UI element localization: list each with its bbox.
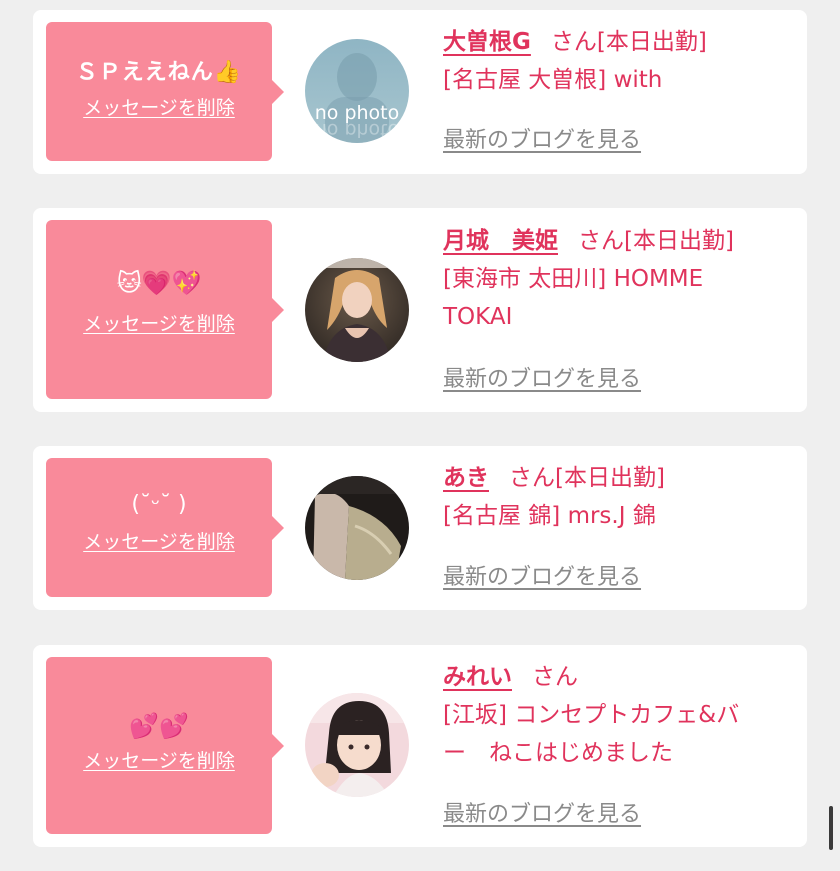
cast-info: 月城 美姫 さん[本日出勤] [東海市 太田川] HOMME TOKAI [443,222,793,336]
shop-line: [東海市 太田川] HOMME [443,266,704,292]
shop-line: TOKAI [443,304,513,330]
message-text: (˘ᵕ˘ ) [131,492,187,517]
latest-blog-link[interactable]: 最新のブログを見る [443,800,641,830]
avatar[interactable] [305,693,409,797]
avatar[interactable]: no photo no photo [305,39,409,143]
message-bubble: ＳＰええねん👍 メッセージを削除 [46,22,284,161]
shop-line: [名古屋 錦] mrs.J 錦 [443,503,656,529]
honorific-status: さん[本日出勤] [550,29,707,55]
shop-line: [名古屋 大曽根] with [443,67,663,93]
message-card: 🐱💗💖 メッセージを削除 月城 美姫 さん[本日出勤] [東海市 太田川] HO… [33,208,807,412]
delete-message-link[interactable]: メッセージを削除 [83,312,235,336]
latest-blog-link[interactable]: 最新のブログを見る [443,563,641,593]
honorific-status: さん[本日出勤] [578,228,734,254]
cast-name-link[interactable]: 月城 美姫 [443,228,558,254]
delete-message-link[interactable]: メッセージを削除 [83,530,235,554]
cast-name-link[interactable]: 大曽根G [443,29,531,55]
message-card: ＳＰええねん👍 メッセージを削除 no photo no photo 大曽根G … [33,10,807,174]
avatar[interactable] [305,258,409,362]
message-text: 💕💕 [129,712,189,740]
message-bubble: (˘ᵕ˘ ) メッセージを削除 [46,458,284,597]
scrollbar[interactable] [829,806,833,850]
avatar[interactable] [305,476,409,580]
no-photo-avatar-icon: no photo no photo [305,39,409,143]
message-bubble: 🐱💗💖 メッセージを削除 [46,220,284,399]
delete-message-link[interactable]: メッセージを削除 [83,749,235,773]
cast-photo-icon [305,476,409,580]
cast-photo-icon [305,693,409,797]
latest-blog-link[interactable]: 最新のブログを見る [443,365,641,395]
cast-name-link[interactable]: あき [443,465,489,491]
svg-text:no photo: no photo [315,119,400,141]
shop-line: [江坂] コンセプトカフェ&バ [443,702,740,728]
latest-blog-link[interactable]: 最新のブログを見る [443,126,641,156]
honorific-status: さん[本日出勤] [509,465,665,491]
honorific-status: さん [532,664,578,690]
message-card: (˘ᵕ˘ ) メッセージを削除 あき さん[本日出勤] [名古屋 錦] mrs.J… [33,446,807,610]
message-bubble: 💕💕 メッセージを削除 [46,657,284,834]
cast-name-link[interactable]: みれい [443,664,512,690]
message-list: ＳＰええねん👍 メッセージを削除 no photo no photo 大曽根G … [0,0,840,871]
cast-info: みれい さん [江坂] コンセプトカフェ&バ ー ねこはじめました [443,658,793,772]
message-text: ＳＰええねん👍 [75,60,243,85]
message-text: 🐱💗💖 [116,269,202,297]
message-card: 💕💕 メッセージを削除 みれい さん [江坂] コンセプトカフェ&バ ー ねこはじ… [33,645,807,847]
delete-message-link[interactable]: メッセージを削除 [83,96,235,120]
shop-line: ー ねこはじめました [443,740,673,766]
cast-info: あき さん[本日出勤] [名古屋 錦] mrs.J 錦 [443,459,793,535]
cast-info: 大曽根G さん[本日出勤] [名古屋 大曽根] with [443,23,793,99]
cast-photo-icon [305,258,409,362]
